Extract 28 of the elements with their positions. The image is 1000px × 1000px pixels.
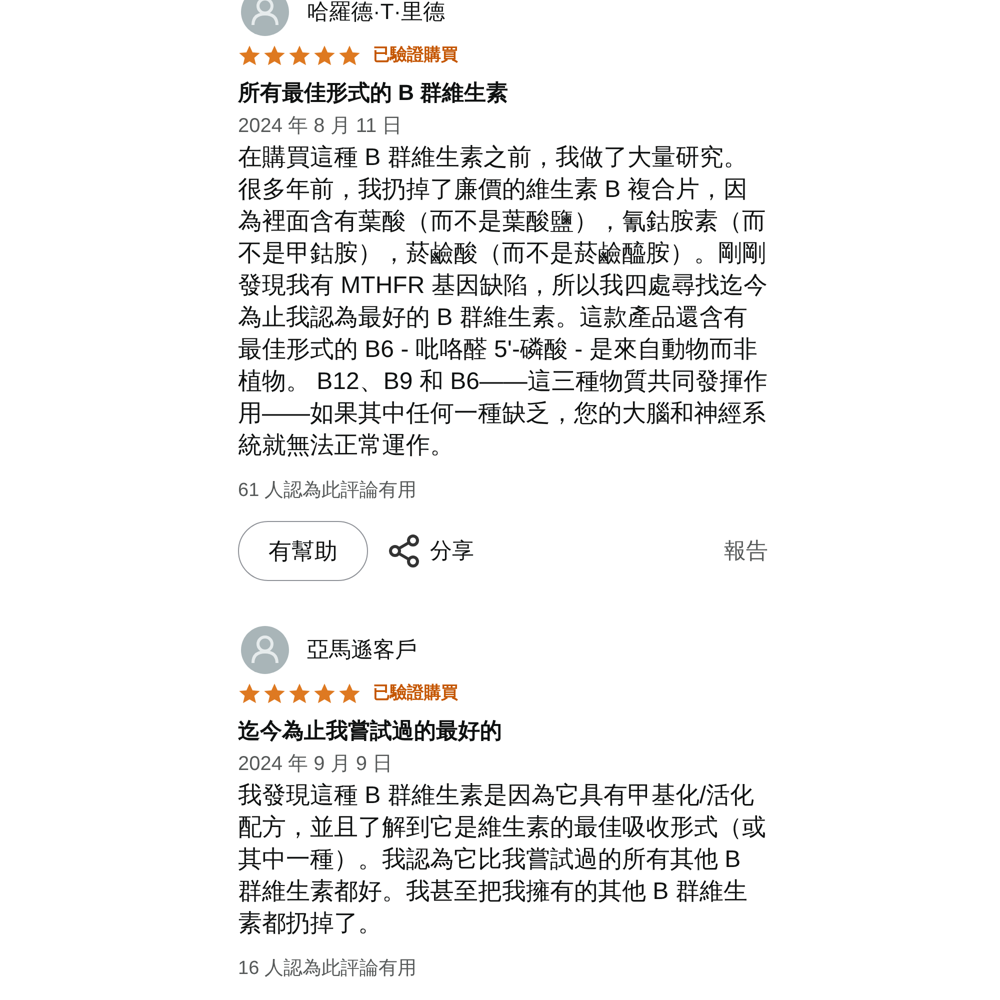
- share-icon: [388, 534, 420, 568]
- review-title: 迄今為止我嘗試過的最好的: [238, 717, 502, 745]
- star-icon: [263, 682, 286, 704]
- review-date: 2024 年 9 月 9 日: [238, 752, 393, 777]
- star-icon: [238, 682, 261, 704]
- avatar-icon: [241, 0, 289, 36]
- helpful-count: 61 人認為此評論有用: [238, 479, 416, 503]
- helpful-count: 16 人認為此評論有用: [238, 957, 416, 981]
- avatar-icon: [241, 626, 289, 674]
- review-date: 2024 年 8 月 11 日: [238, 114, 402, 139]
- star-icon: [313, 682, 336, 704]
- reviewer-name[interactable]: 亞馬遜客戶: [307, 638, 417, 662]
- star-icon: [313, 44, 336, 66]
- star-icon: [263, 44, 286, 66]
- review-text: 在購買這種 B 群維生素之前，我做了大量研究。很多年前，我扔掉了廉價的維生素 B 複合片，因為裡面含有葉酸（而不是葉酸鹽），氰鈷胺素（而不是甲鈷胺），菸鹼酸（而不是菸鹼醯胺）。剛剛發現我有 MTHFR 基因缺陷，所以我四處尋找迄今為止我認為最好的 B 群維生素。這款產品還含有最佳形式的 B6 - 吡咯醛 5'-磷酸 - 是來自動物而非植物。 B12、B9 和 B6——這三種物質共同發揮作用——如果其中任何一種缺乏，您的大腦和神經系統就無法正常運作。: [238, 143, 768, 461]
- reviewer-name[interactable]: 哈羅德·T·里德: [307, 0, 446, 24]
- review-text: 我發現這種 B 群維生素是因為它具有甲基化/活化配方，並且了解到它是維生素的最佳吸收形式（或其中一種）。我認為它比我嘗試過的所有其他 B 群維生素都好。我甚至把我擁有的其他 B 群維生素都扔掉了。: [238, 781, 767, 939]
- share-button[interactable]: 分享: [388, 534, 474, 568]
- star-icon: [288, 682, 311, 704]
- report-link[interactable]: 報告: [724, 536, 768, 566]
- star-icon: [238, 44, 261, 66]
- verified-purchase-label: 已驗證購買: [373, 44, 458, 66]
- review-title: 所有最佳形式的 B 群維生素: [238, 79, 508, 107]
- star-icon: [338, 44, 361, 66]
- helpful-button[interactable]: 有幫助: [238, 521, 368, 581]
- star-icon: [288, 44, 311, 66]
- verified-purchase-label: 已驗證購買: [373, 682, 458, 704]
- star-icon: [338, 682, 361, 704]
